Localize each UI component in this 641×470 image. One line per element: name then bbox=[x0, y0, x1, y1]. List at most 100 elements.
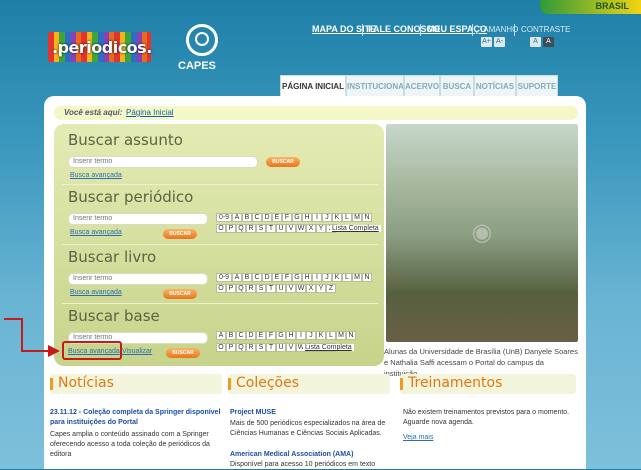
alphabet-letter-link[interactable]: C bbox=[236, 331, 246, 340]
alphabet-letter-link[interactable]: N bbox=[362, 273, 372, 282]
periodico-search-input[interactable] bbox=[68, 213, 208, 225]
alphabet-letter-link[interactable]: F bbox=[282, 273, 292, 282]
alphabet-letter-link[interactable]: P bbox=[226, 284, 236, 293]
alphabet-letter-link[interactable]: O bbox=[216, 284, 226, 293]
alphabet-letter-link[interactable]: W bbox=[296, 284, 306, 293]
alphabet-letter-link[interactable]: E bbox=[256, 331, 266, 340]
alphabet-letter-link[interactable]: A bbox=[216, 331, 226, 340]
colecoes-item1-link[interactable]: Project MUSE bbox=[230, 408, 390, 418]
tab-noticias[interactable]: NOTÍCIAS bbox=[474, 75, 516, 97]
alphabet-letter-link[interactable]: T bbox=[266, 224, 276, 233]
alphabet-letter-link[interactable]: N bbox=[362, 213, 372, 222]
alphabet-letter-link[interactable]: K bbox=[332, 213, 342, 222]
alphabet-letter-link[interactable]: C bbox=[252, 273, 262, 282]
alphabet-letter-link[interactable]: W bbox=[296, 224, 306, 233]
tab-pagina-inicial[interactable]: PÁGINA INICIAL bbox=[280, 75, 346, 97]
assunto-search-input[interactable] bbox=[68, 156, 258, 168]
alphabet-letter-link[interactable]: A bbox=[232, 213, 242, 222]
alphabet-letter-link[interactable]: T bbox=[266, 343, 276, 352]
alphabet-letter-link[interactable]: O bbox=[216, 224, 226, 233]
alphabet-letter-link[interactable]: U bbox=[276, 224, 286, 233]
alphabet-letter-link[interactable]: U bbox=[276, 284, 286, 293]
periodico-search-button[interactable]: BUSCAR bbox=[163, 229, 197, 239]
base-visualizar-link[interactable]: Visualizar bbox=[122, 348, 152, 355]
breadcrumb-link-home[interactable]: Página Inicial bbox=[126, 108, 174, 117]
alphabet-letter-link[interactable]: J bbox=[322, 273, 332, 282]
alphabet-letter-link[interactable]: M bbox=[336, 331, 346, 340]
tab-suporte[interactable]: SUPORTE bbox=[516, 75, 558, 97]
alphabet-letter-link[interactable]: S bbox=[256, 224, 266, 233]
alphabet-letter-link[interactable]: L bbox=[342, 213, 352, 222]
alphabet-letter-link[interactable]: Y bbox=[316, 284, 326, 293]
alphabet-letter-link[interactable]: L bbox=[326, 331, 336, 340]
alphabet-letter-link[interactable]: H bbox=[286, 331, 296, 340]
alphabet-letter-link[interactable]: B bbox=[242, 213, 252, 222]
noticias-headline-link[interactable]: 23.11.12 - Coleção completa da Springer … bbox=[50, 408, 222, 428]
alphabet-letter-link[interactable]: C bbox=[252, 213, 262, 222]
alphabet-letter-link[interactable]: J bbox=[306, 331, 316, 340]
alphabet-letter-link[interactable]: Y bbox=[316, 224, 326, 233]
alphabet-letter-link[interactable]: V bbox=[286, 343, 296, 352]
alphabet-letter-link[interactable]: Z bbox=[326, 284, 336, 293]
alphabet-letter-link[interactable]: Q bbox=[236, 284, 246, 293]
alphabet-letter-link[interactable]: 0-9 bbox=[216, 213, 232, 222]
alphabet-letter-link[interactable]: U bbox=[276, 343, 286, 352]
font-increase-button[interactable]: A+ bbox=[481, 37, 492, 47]
alphabet-letter-link[interactable]: N bbox=[346, 331, 356, 340]
periodico-advanced-link[interactable]: Busca avançada bbox=[70, 229, 122, 236]
top-link-meu-espaco[interactable]: MEU ESPAÇO bbox=[427, 24, 487, 34]
brasil-bar[interactable]: BRASIL bbox=[540, 0, 641, 14]
alphabet-letter-link[interactable]: E bbox=[272, 273, 282, 282]
alphabet-letter-link[interactable]: F bbox=[282, 213, 292, 222]
alphabet-letter-link[interactable]: 0-9 bbox=[216, 273, 232, 282]
alphabet-letter-link[interactable]: V bbox=[286, 224, 296, 233]
treinamentos-veja-mais-link[interactable]: Veja mais bbox=[403, 434, 433, 441]
alphabet-letter-link[interactable]: L bbox=[342, 273, 352, 282]
assunto-search-button[interactable]: BUSCAR bbox=[266, 157, 300, 167]
alphabet-letter-link[interactable]: K bbox=[332, 273, 342, 282]
livro-search-button[interactable]: BUSCAR bbox=[163, 289, 197, 299]
alphabet-letter-link[interactable]: I bbox=[312, 213, 322, 222]
alphabet-letter-link[interactable]: H bbox=[302, 213, 312, 222]
alphabet-letter-link[interactable]: S bbox=[256, 284, 266, 293]
alphabet-letter-link[interactable]: X bbox=[306, 224, 316, 233]
alphabet-letter-link[interactable]: I bbox=[296, 331, 306, 340]
alphabet-letter-link[interactable]: V bbox=[286, 284, 296, 293]
alphabet-letter-link[interactable]: P bbox=[226, 343, 236, 352]
livro-advanced-link[interactable]: Busca avançada bbox=[70, 289, 122, 296]
periodicos-logo[interactable]: .periodicos. bbox=[48, 32, 152, 62]
tab-acervo[interactable]: ACERVO bbox=[404, 75, 440, 97]
alphabet-letter-link[interactable]: I bbox=[312, 273, 322, 282]
alphabet-letter-link[interactable]: M bbox=[352, 273, 362, 282]
alphabet-letter-link[interactable]: T bbox=[266, 284, 276, 293]
livro-search-input[interactable] bbox=[68, 273, 208, 285]
periodico-lista-completa-link[interactable]: Lista Completa bbox=[330, 225, 381, 232]
alphabet-letter-link[interactable]: S bbox=[256, 343, 266, 352]
alphabet-letter-link[interactable]: Q bbox=[236, 224, 246, 233]
alphabet-letter-link[interactable]: Q bbox=[236, 343, 246, 352]
alphabet-letter-link[interactable]: R bbox=[246, 284, 256, 293]
contrast-normal-button[interactable]: A bbox=[530, 37, 541, 47]
alphabet-letter-link[interactable]: R bbox=[246, 224, 256, 233]
alphabet-letter-link[interactable]: K bbox=[316, 331, 326, 340]
alphabet-letter-link[interactable]: X bbox=[306, 284, 316, 293]
top-link-mapa-do-site[interactable]: MAPA DO SITE bbox=[312, 24, 376, 34]
assunto-advanced-link[interactable]: Busca avançada bbox=[70, 172, 122, 179]
alphabet-letter-link[interactable]: R bbox=[246, 343, 256, 352]
alphabet-letter-link[interactable]: B bbox=[226, 331, 236, 340]
alphabet-letter-link[interactable]: J bbox=[322, 213, 332, 222]
alphabet-letter-link[interactable]: A bbox=[232, 273, 242, 282]
alphabet-letter-link[interactable]: P bbox=[226, 224, 236, 233]
alphabet-letter-link[interactable]: E bbox=[272, 213, 282, 222]
base-search-button[interactable]: BUSCAR bbox=[166, 348, 200, 358]
tab-busca[interactable]: BUSCA bbox=[440, 75, 474, 97]
alphabet-letter-link[interactable]: G bbox=[292, 213, 302, 222]
alphabet-letter-link[interactable]: D bbox=[262, 273, 272, 282]
alphabet-letter-link[interactable]: G bbox=[292, 273, 302, 282]
alphabet-letter-link[interactable]: D bbox=[262, 213, 272, 222]
tab-institucional[interactable]: INSTITUCIONAL bbox=[346, 75, 409, 97]
font-decrease-button[interactable]: A- bbox=[494, 37, 505, 47]
alphabet-letter-link[interactable]: M bbox=[352, 213, 362, 222]
alphabet-letter-link[interactable]: G bbox=[276, 331, 286, 340]
colecoes-item2-link[interactable]: American Medical Association (AMA) bbox=[230, 450, 390, 460]
